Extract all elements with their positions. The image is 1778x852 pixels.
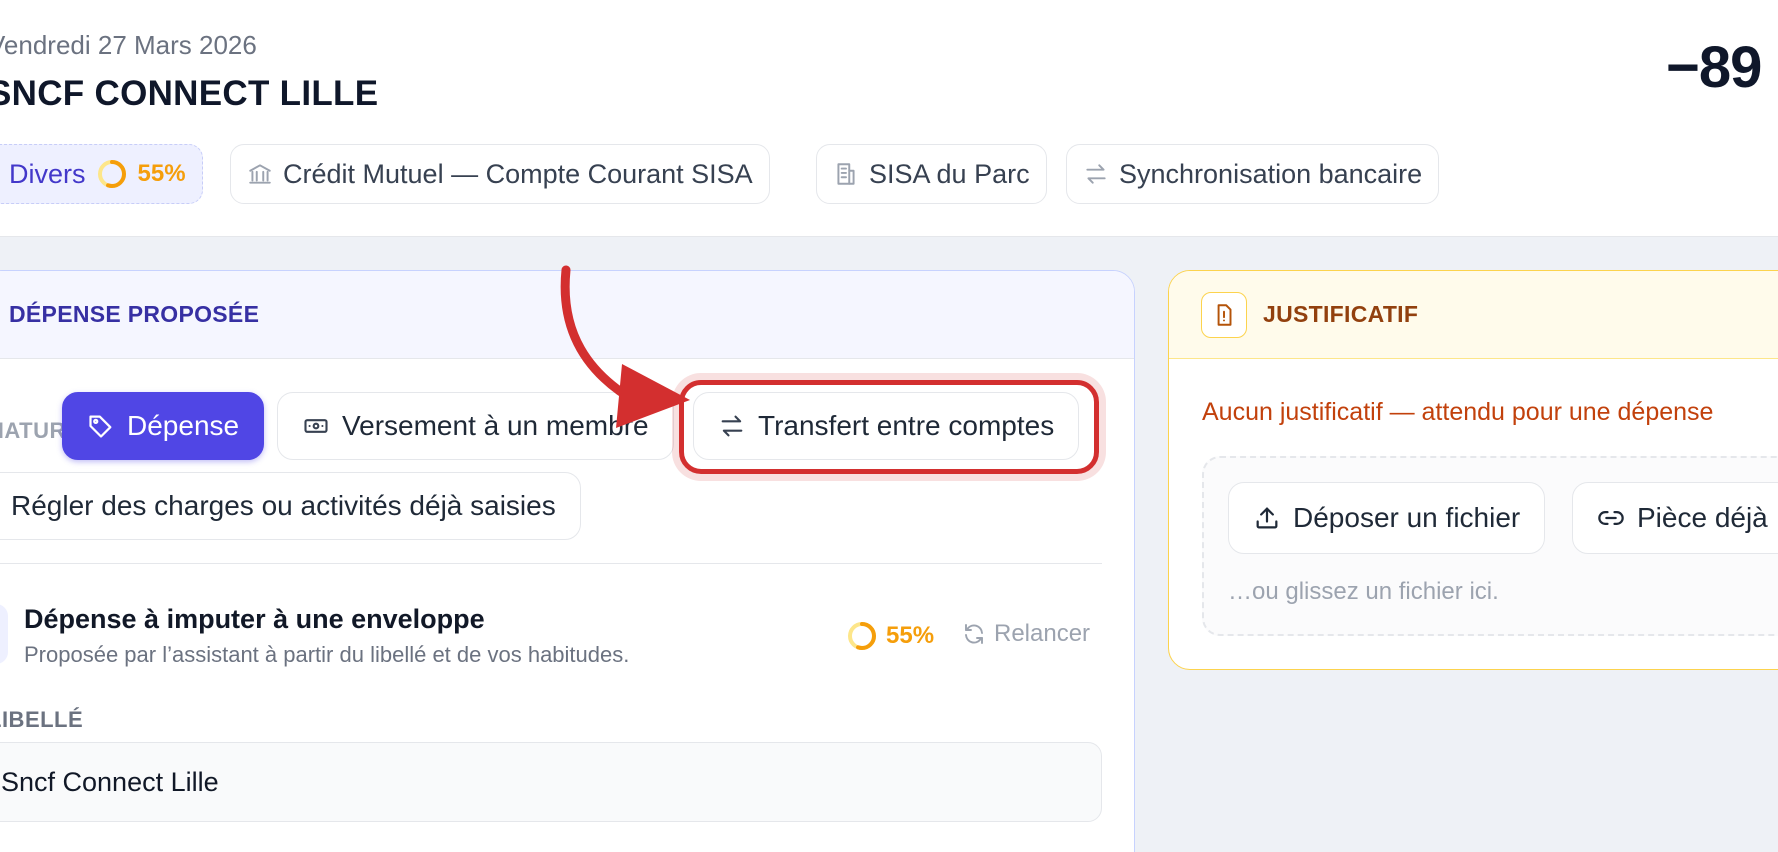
upload-icon xyxy=(1253,504,1281,532)
refresh-icon xyxy=(962,622,986,646)
existing-receipt-button[interactable]: Pièce déjà xyxy=(1572,482,1778,554)
proposed-expense-title: DÉPENSE PROPOSÉE xyxy=(9,301,260,327)
category-chip[interactable]: Divers 55% xyxy=(0,144,203,204)
link-icon xyxy=(1597,504,1625,532)
category-confidence: 55% xyxy=(137,160,186,187)
libelle-label: LIBELLÉ xyxy=(0,707,84,732)
type-depense-button[interactable]: Dépense xyxy=(62,392,265,460)
receipt-header: JUSTIFICATIF xyxy=(1169,271,1778,359)
suggestion-confidence: 55% xyxy=(846,620,934,652)
transaction-amount: −89 xyxy=(1666,35,1762,100)
confidence-ring-icon xyxy=(846,620,878,652)
existing-receipt-label: Pièce déjà xyxy=(1637,502,1768,533)
libelle-value: Sncf Connect Lille xyxy=(1,766,219,797)
building-icon xyxy=(833,161,859,187)
suggestion-subtitle: Proposée par l’assistant à partir du lib… xyxy=(24,642,630,667)
source-chip[interactable]: Synchronisation bancaire xyxy=(1066,144,1440,204)
type-transfert-button[interactable]: Transfert entre comptes xyxy=(693,392,1080,460)
cash-icon xyxy=(302,412,330,440)
missing-receipt-warning: Aucun justificatif — attendu pour une dé… xyxy=(1202,398,1714,426)
relaunch-label: Relancer xyxy=(994,620,1091,647)
confidence-ring-icon xyxy=(96,158,128,190)
bank-icon xyxy=(247,161,273,187)
upload-file-button[interactable]: Déposer un fichier xyxy=(1228,482,1546,554)
type-depense-label: Dépense xyxy=(127,410,240,441)
bank-account-label: Crédit Mutuel — Compte Courant SISA xyxy=(283,158,753,189)
category-chip-label: Divers xyxy=(9,158,86,189)
upload-file-label: Déposer un fichier xyxy=(1293,502,1521,533)
entity-label: SISA du Parc xyxy=(869,158,1030,189)
transaction-header: Vendredi 27 Mars 2026 SNCF CONNECT LILLE… xyxy=(0,0,1778,237)
type-transfert-label: Transfert entre comptes xyxy=(758,410,1055,441)
relaunch-button[interactable]: Relancer xyxy=(962,620,1090,648)
libelle-input[interactable]: Sncf Connect Lille xyxy=(0,742,1102,822)
type-regler-label: Régler des charges ou activités déjà sai… xyxy=(11,490,556,521)
entity-chip[interactable]: SISA du Parc xyxy=(816,144,1047,204)
source-label: Synchronisation bancaire xyxy=(1119,158,1423,189)
type-versement-button[interactable]: Versement à un membre xyxy=(277,392,674,460)
receipt-title: JUSTIFICATIF xyxy=(1263,301,1419,327)
suggestion-icon xyxy=(0,604,8,664)
proposed-expense-header: DÉPENSE PROPOSÉE xyxy=(0,271,1134,359)
transfer-arrows-icon xyxy=(1083,161,1109,187)
suggestion-confidence-value: 55% xyxy=(886,622,935,649)
type-regler-button[interactable]: Régler des charges ou activités déjà sai… xyxy=(0,472,581,540)
tag-icon xyxy=(87,412,115,440)
transfer-arrows-icon xyxy=(718,412,746,440)
type-versement-label: Versement à un membre xyxy=(342,410,649,441)
drop-hint: …ou glissez un fichier ici. xyxy=(1228,578,1499,605)
transaction-date: Vendredi 27 Mars 2026 xyxy=(0,30,257,60)
page-title: SNCF CONNECT LILLE xyxy=(0,74,379,113)
bank-account-chip[interactable]: Crédit Mutuel — Compte Courant SISA xyxy=(230,144,770,204)
warning-file-icon xyxy=(1201,291,1247,338)
suggestion-title: Dépense à imputer à une enveloppe xyxy=(24,604,485,634)
section-divider xyxy=(0,563,1102,564)
